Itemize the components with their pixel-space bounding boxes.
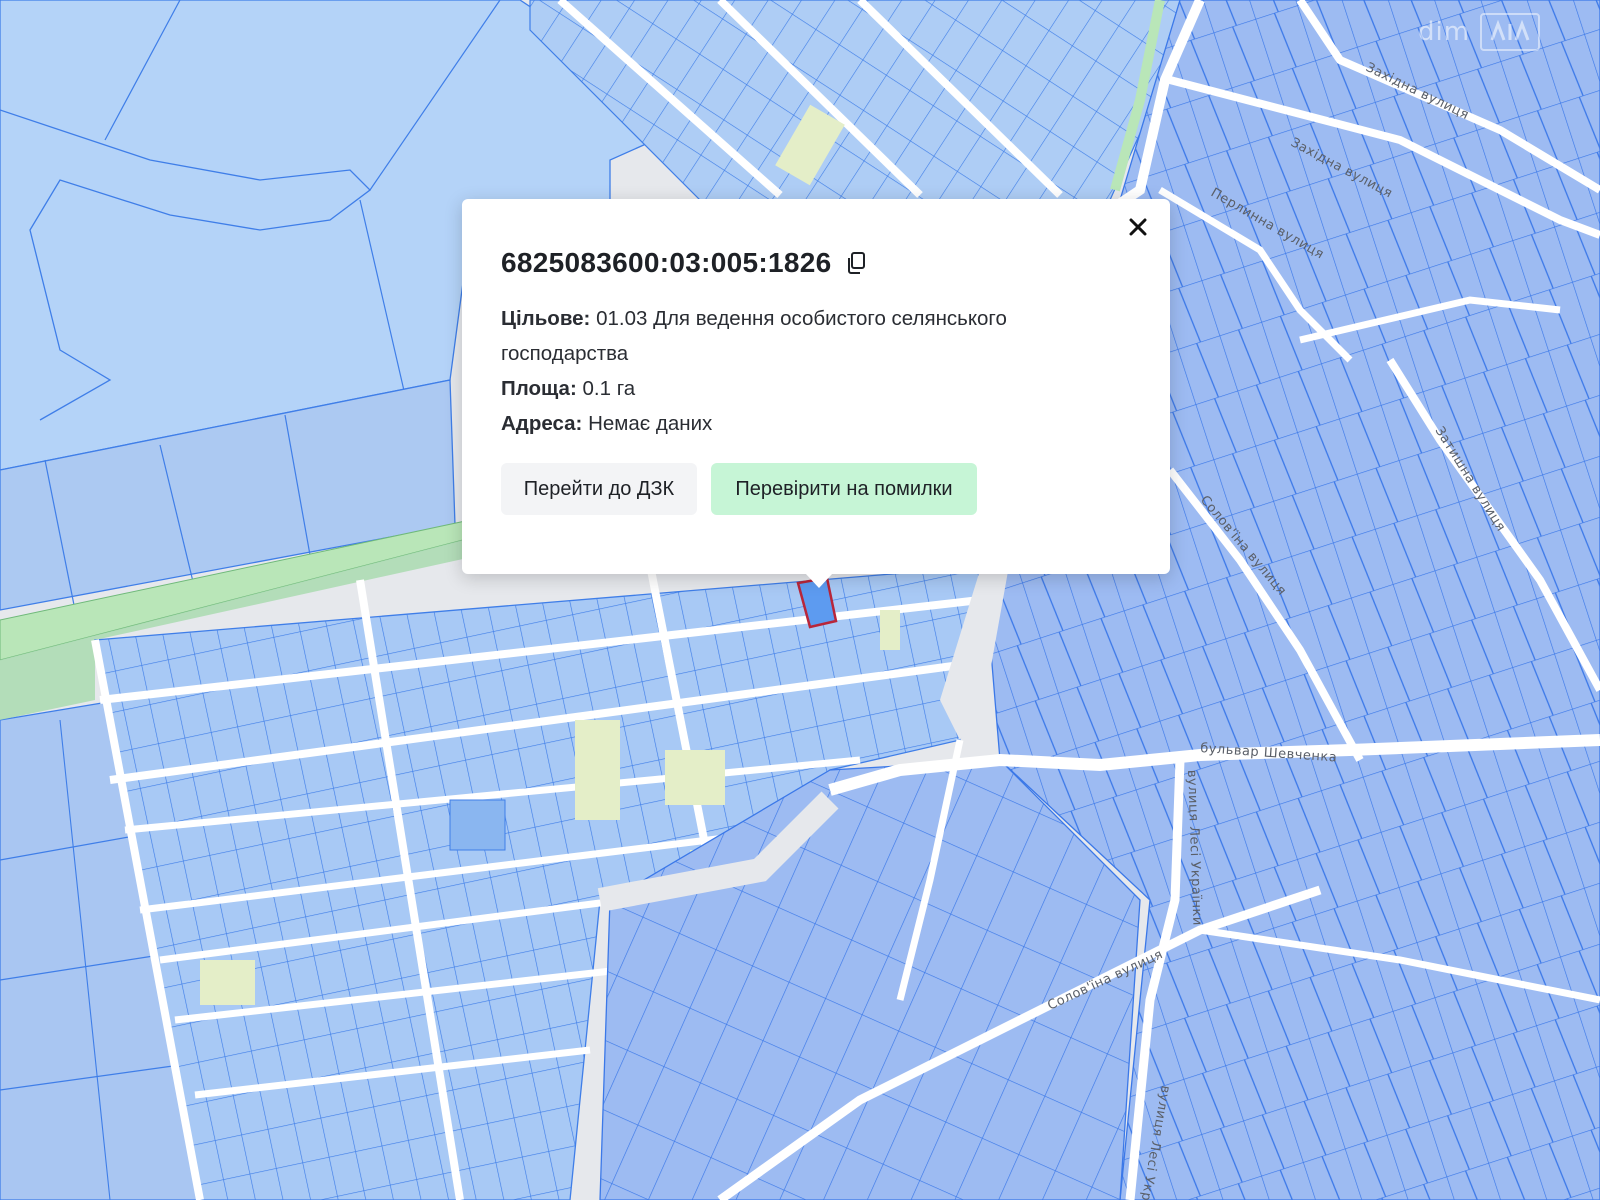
address-line: Адреса: Немає даних (501, 406, 1130, 441)
cadastral-number: 6825083600:03:005:1826 (501, 247, 832, 278)
title-row: 6825083600:03:005:1826 (501, 247, 1130, 279)
ria-logo-icon (1490, 20, 1530, 41)
purpose-label: Цільове: (501, 307, 591, 330)
watermark-brand: dim (1418, 17, 1471, 47)
watermark-logo (1480, 13, 1541, 51)
close-button[interactable] (1124, 213, 1152, 241)
parcel-info-popup: 6825083600:03:005:1826 Цільове: 01.03 Дл… (462, 199, 1170, 588)
cadastral-map[interactable]: Західна вулиця Західна вулиця Перлинна в… (0, 0, 1600, 1200)
area-label: Площа: (501, 377, 577, 400)
close-icon[interactable] (1128, 217, 1148, 237)
address-label: Адреса: (501, 412, 583, 435)
area-line: Площа: 0.1 га (501, 371, 1130, 406)
go-to-dzk-button[interactable]: Перейти до ДЗК (501, 463, 697, 515)
copy-icon[interactable] (845, 251, 867, 275)
address-value: Немає даних (588, 412, 713, 435)
purpose-line: Цільове: 01.03 Для ведення особистого се… (501, 301, 1130, 371)
check-errors-button[interactable]: Перевірити на помилки (711, 463, 977, 515)
area-value: 0.1 га (582, 377, 636, 400)
button-row: Перейти до ДЗК Перевірити на помилки (501, 463, 1130, 515)
watermark: dim (1418, 12, 1558, 52)
